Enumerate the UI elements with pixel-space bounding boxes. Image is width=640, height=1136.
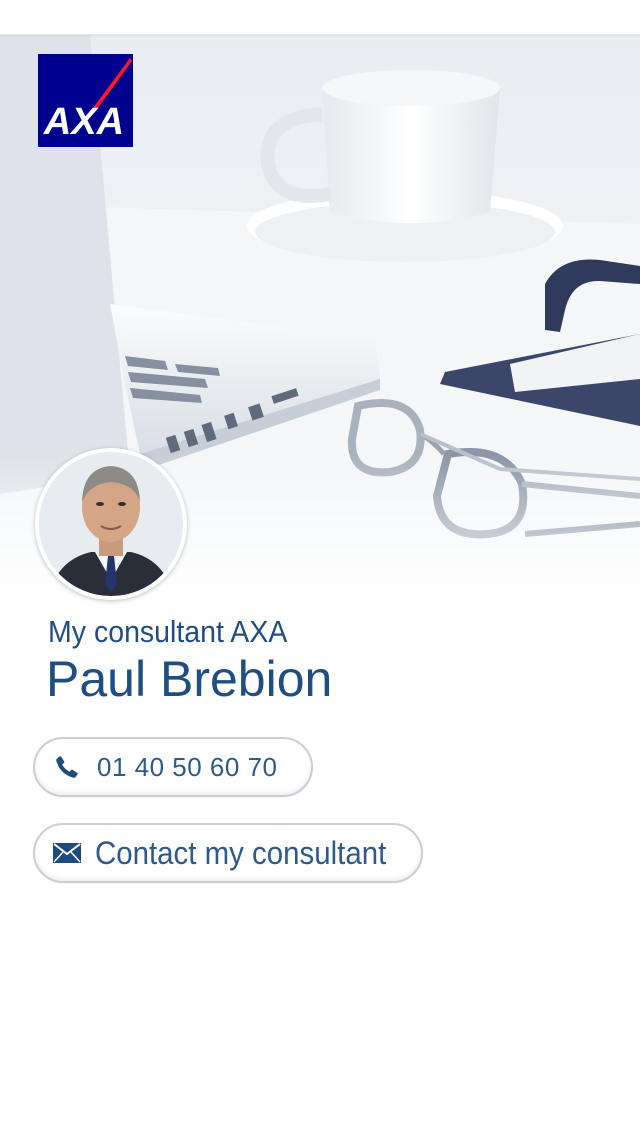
call-consultant-button[interactable]: 01 40 50 60 70 [33, 737, 313, 797]
consultant-avatar [35, 448, 187, 600]
phone-number-label: 01 40 50 60 70 [97, 751, 278, 782]
contact-consultant-label: Contact my consultant [95, 834, 387, 871]
logo-text: AXA [43, 101, 124, 143]
consultant-name: Paul Brebion [46, 651, 333, 707]
phone-icon [53, 753, 81, 781]
axa-logo: AXA [38, 54, 133, 147]
consultant-subtitle: My consultant AXA [48, 614, 288, 649]
contact-consultant-button[interactable]: Contact my consultant [33, 823, 423, 883]
envelope-icon [53, 839, 81, 867]
status-bar [0, 0, 640, 35]
